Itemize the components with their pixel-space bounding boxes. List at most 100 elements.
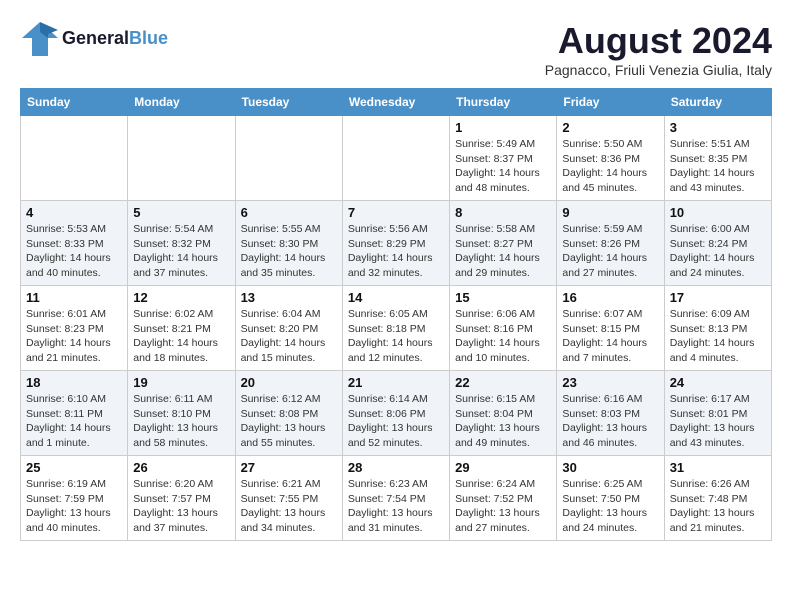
day-number: 2: [562, 120, 658, 135]
calendar-cell: 22 Sunrise: 6:15 AM Sunset: 8:04 PM Dayli…: [450, 371, 557, 456]
calendar-cell: 8Sunrise: 5:58 AM Sunset: 8:27 PM Daylig…: [450, 201, 557, 286]
day-header-tuesday: Tuesday: [235, 89, 342, 116]
day-header-saturday: Saturday: [664, 89, 771, 116]
calendar-cell: 17 Sunrise: 6:09 AM Sunset: 8:13 PM Dayli…: [664, 286, 771, 371]
calendar-cell: 9 Sunrise: 5:59 AM Sunset: 8:26 PM Daylig…: [557, 201, 664, 286]
day-number: 20: [241, 375, 337, 390]
day-info: Sunrise: 5:49 AM Sunset: 8:37 PM Dayligh…: [455, 137, 551, 196]
day-number: 25: [26, 460, 122, 475]
day-number: 19: [133, 375, 229, 390]
day-info: Sunrise: 6:24 AM Sunset: 7:52 PM Dayligh…: [455, 477, 551, 536]
day-number: 18: [26, 375, 122, 390]
day-number: 26: [133, 460, 229, 475]
calendar-cell: 27 Sunrise: 6:21 AM Sunset: 7:55 PM Dayli…: [235, 456, 342, 541]
day-info: Sunrise: 6:12 AM Sunset: 8:08 PM Dayligh…: [241, 392, 337, 451]
day-number: 17: [670, 290, 766, 305]
calendar-cell: 30 Sunrise: 6:25 AM Sunset: 7:50 PM Dayli…: [557, 456, 664, 541]
calendar-cell: 28 Sunrise: 6:23 AM Sunset: 7:54 PM Dayli…: [342, 456, 449, 541]
day-info: Sunrise: 5:55 AM Sunset: 8:30 PM Dayligh…: [241, 222, 337, 281]
calendar-cell: 5 Sunrise: 5:54 AM Sunset: 8:32 PM Daylig…: [128, 201, 235, 286]
day-info: Sunrise: 6:21 AM Sunset: 7:55 PM Dayligh…: [241, 477, 337, 536]
day-info: Sunrise: 6:23 AM Sunset: 7:54 PM Dayligh…: [348, 477, 444, 536]
day-number: 10: [670, 205, 766, 220]
day-number: 22: [455, 375, 551, 390]
calendar-cell: 16 Sunrise: 6:07 AM Sunset: 8:15 PM Dayli…: [557, 286, 664, 371]
calendar-cell: 14Sunrise: 6:05 AM Sunset: 8:18 PM Dayli…: [342, 286, 449, 371]
day-number: 31: [670, 460, 766, 475]
day-number: 21: [348, 375, 444, 390]
day-info: Sunrise: 6:19 AM Sunset: 7:59 PM Dayligh…: [26, 477, 122, 536]
day-number: 8: [455, 205, 551, 220]
day-info: Sunrise: 5:50 AM Sunset: 8:36 PM Dayligh…: [562, 137, 658, 196]
day-info: Sunrise: 6:15 AM Sunset: 8:04 PM Dayligh…: [455, 392, 551, 451]
calendar-cell: 26Sunrise: 6:20 AM Sunset: 7:57 PM Dayli…: [128, 456, 235, 541]
month-year: August 2024: [545, 20, 772, 62]
day-info: Sunrise: 6:05 AM Sunset: 8:18 PM Dayligh…: [348, 307, 444, 366]
calendar-cell: 24Sunrise: 6:17 AM Sunset: 8:01 PM Dayli…: [664, 371, 771, 456]
day-header-thursday: Thursday: [450, 89, 557, 116]
calendar-week-2: 11 Sunrise: 6:01 AM Sunset: 8:23 PM Dayli…: [21, 286, 772, 371]
day-info: Sunrise: 6:10 AM Sunset: 8:11 PM Dayligh…: [26, 392, 122, 451]
day-header-sunday: Sunday: [21, 89, 128, 116]
calendar-cell: 7 Sunrise: 5:56 AM Sunset: 8:29 PM Daylig…: [342, 201, 449, 286]
location: Pagnacco, Friuli Venezia Giulia, Italy: [545, 62, 772, 78]
day-number: 28: [348, 460, 444, 475]
day-info: Sunrise: 6:14 AM Sunset: 8:06 PM Dayligh…: [348, 392, 444, 451]
day-number: 27: [241, 460, 337, 475]
day-number: 9: [562, 205, 658, 220]
calendar-week-1: 4 Sunrise: 5:53 AM Sunset: 8:33 PM Daylig…: [21, 201, 772, 286]
page-header: GeneralBlue August 2024 Pagnacco, Friuli…: [20, 20, 772, 78]
day-number: 30: [562, 460, 658, 475]
calendar-cell: 10 Sunrise: 6:00 AM Sunset: 8:24 PM Dayli…: [664, 201, 771, 286]
day-info: Sunrise: 6:02 AM Sunset: 8:21 PM Dayligh…: [133, 307, 229, 366]
day-info: Sunrise: 6:09 AM Sunset: 8:13 PM Dayligh…: [670, 307, 766, 366]
day-info: Sunrise: 6:25 AM Sunset: 7:50 PM Dayligh…: [562, 477, 658, 536]
day-header-monday: Monday: [128, 89, 235, 116]
day-number: 6: [241, 205, 337, 220]
calendar-week-3: 18 Sunrise: 6:10 AM Sunset: 8:11 PM Dayli…: [21, 371, 772, 456]
logo-text: GeneralBlue: [62, 29, 168, 49]
day-number: 5: [133, 205, 229, 220]
calendar-cell: 18 Sunrise: 6:10 AM Sunset: 8:11 PM Dayli…: [21, 371, 128, 456]
logo: GeneralBlue: [20, 20, 168, 58]
calendar-cell: 13 Sunrise: 6:04 AM Sunset: 8:20 PM Dayli…: [235, 286, 342, 371]
calendar-cell: 12 Sunrise: 6:02 AM Sunset: 8:21 PM Dayli…: [128, 286, 235, 371]
day-info: Sunrise: 5:54 AM Sunset: 8:32 PM Dayligh…: [133, 222, 229, 281]
day-info: Sunrise: 6:07 AM Sunset: 8:15 PM Dayligh…: [562, 307, 658, 366]
day-number: 24: [670, 375, 766, 390]
calendar-cell: 6 Sunrise: 5:55 AM Sunset: 8:30 PM Daylig…: [235, 201, 342, 286]
day-number: 13: [241, 290, 337, 305]
days-header-row: SundayMondayTuesdayWednesdayThursdayFrid…: [21, 89, 772, 116]
day-info: Sunrise: 5:56 AM Sunset: 8:29 PM Dayligh…: [348, 222, 444, 281]
day-number: 4: [26, 205, 122, 220]
day-info: Sunrise: 6:00 AM Sunset: 8:24 PM Dayligh…: [670, 222, 766, 281]
day-number: 3: [670, 120, 766, 135]
calendar-cell: 1 Sunrise: 5:49 AM Sunset: 8:37 PM Daylig…: [450, 116, 557, 201]
calendar-cell: 3 Sunrise: 5:51 AM Sunset: 8:35 PM Daylig…: [664, 116, 771, 201]
calendar-week-0: 1 Sunrise: 5:49 AM Sunset: 8:37 PM Daylig…: [21, 116, 772, 201]
calendar-cell: [235, 116, 342, 201]
day-info: Sunrise: 6:04 AM Sunset: 8:20 PM Dayligh…: [241, 307, 337, 366]
calendar-week-4: 25 Sunrise: 6:19 AM Sunset: 7:59 PM Dayli…: [21, 456, 772, 541]
day-info: Sunrise: 5:51 AM Sunset: 8:35 PM Dayligh…: [670, 137, 766, 196]
calendar-cell: 23Sunrise: 6:16 AM Sunset: 8:03 PM Dayli…: [557, 371, 664, 456]
day-number: 7: [348, 205, 444, 220]
day-header-friday: Friday: [557, 89, 664, 116]
day-number: 1: [455, 120, 551, 135]
day-info: Sunrise: 6:11 AM Sunset: 8:10 PM Dayligh…: [133, 392, 229, 451]
day-info: Sunrise: 5:53 AM Sunset: 8:33 PM Dayligh…: [26, 222, 122, 281]
day-number: 12: [133, 290, 229, 305]
calendar-cell: [128, 116, 235, 201]
calendar-cell: 29Sunrise: 6:24 AM Sunset: 7:52 PM Dayli…: [450, 456, 557, 541]
calendar-cell: [21, 116, 128, 201]
logo-icon: [20, 20, 60, 58]
calendar-table: SundayMondayTuesdayWednesdayThursdayFrid…: [20, 88, 772, 541]
day-info: Sunrise: 6:01 AM Sunset: 8:23 PM Dayligh…: [26, 307, 122, 366]
day-number: 15: [455, 290, 551, 305]
calendar-cell: 31Sunrise: 6:26 AM Sunset: 7:48 PM Dayli…: [664, 456, 771, 541]
day-number: 11: [26, 290, 122, 305]
calendar-cell: 21 Sunrise: 6:14 AM Sunset: 8:06 PM Dayli…: [342, 371, 449, 456]
day-number: 16: [562, 290, 658, 305]
title-block: August 2024 Pagnacco, Friuli Venezia Giu…: [545, 20, 772, 78]
day-info: Sunrise: 5:59 AM Sunset: 8:26 PM Dayligh…: [562, 222, 658, 281]
